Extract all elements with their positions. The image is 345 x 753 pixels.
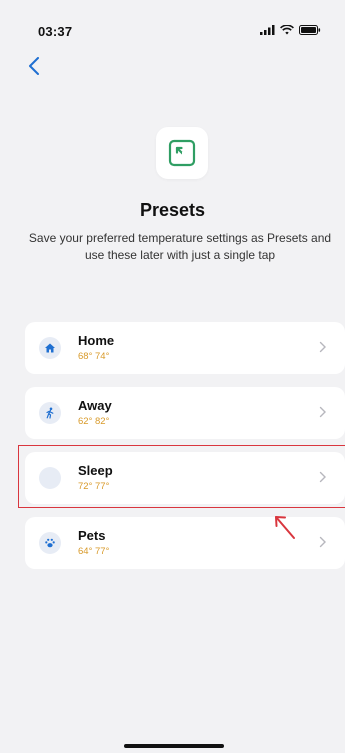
signal-icon (260, 25, 275, 35)
presets-hero-icon-container (156, 127, 208, 179)
back-button[interactable] (22, 54, 46, 78)
preset-name: Away (78, 398, 112, 413)
chevron-left-icon (29, 57, 39, 75)
preset-item-away[interactable]: Away 62° 82° (25, 387, 345, 439)
chevron-right-icon (319, 341, 326, 353)
preset-temps: 64° 77° (78, 546, 110, 557)
wifi-icon (280, 25, 294, 35)
expand-arrow-icon (168, 139, 196, 167)
status-icons (260, 25, 321, 35)
paw-icon (39, 532, 61, 554)
annotation-arrow-icon (275, 516, 295, 539)
preset-name: Home (78, 333, 115, 348)
preset-temps: 62° 82° (78, 416, 110, 427)
chevron-right-icon (319, 406, 326, 418)
status-bar: 03:37 (0, 0, 345, 46)
battery-icon (299, 25, 321, 35)
preset-item-home[interactable]: Home 68° 74° (25, 322, 345, 374)
highlight-box (18, 445, 345, 508)
home-indicator (124, 744, 224, 748)
preset-temps: 68° 74° (78, 351, 110, 362)
page-title: Presets (139, 200, 206, 220)
page-subtitle: Save your preferred temperature settings… (28, 231, 332, 262)
walking-person-icon (39, 402, 61, 424)
status-time: 03:37 (38, 24, 73, 39)
chevron-right-icon (319, 536, 326, 548)
home-icon (39, 337, 61, 359)
preset-name: Pets (78, 528, 106, 543)
